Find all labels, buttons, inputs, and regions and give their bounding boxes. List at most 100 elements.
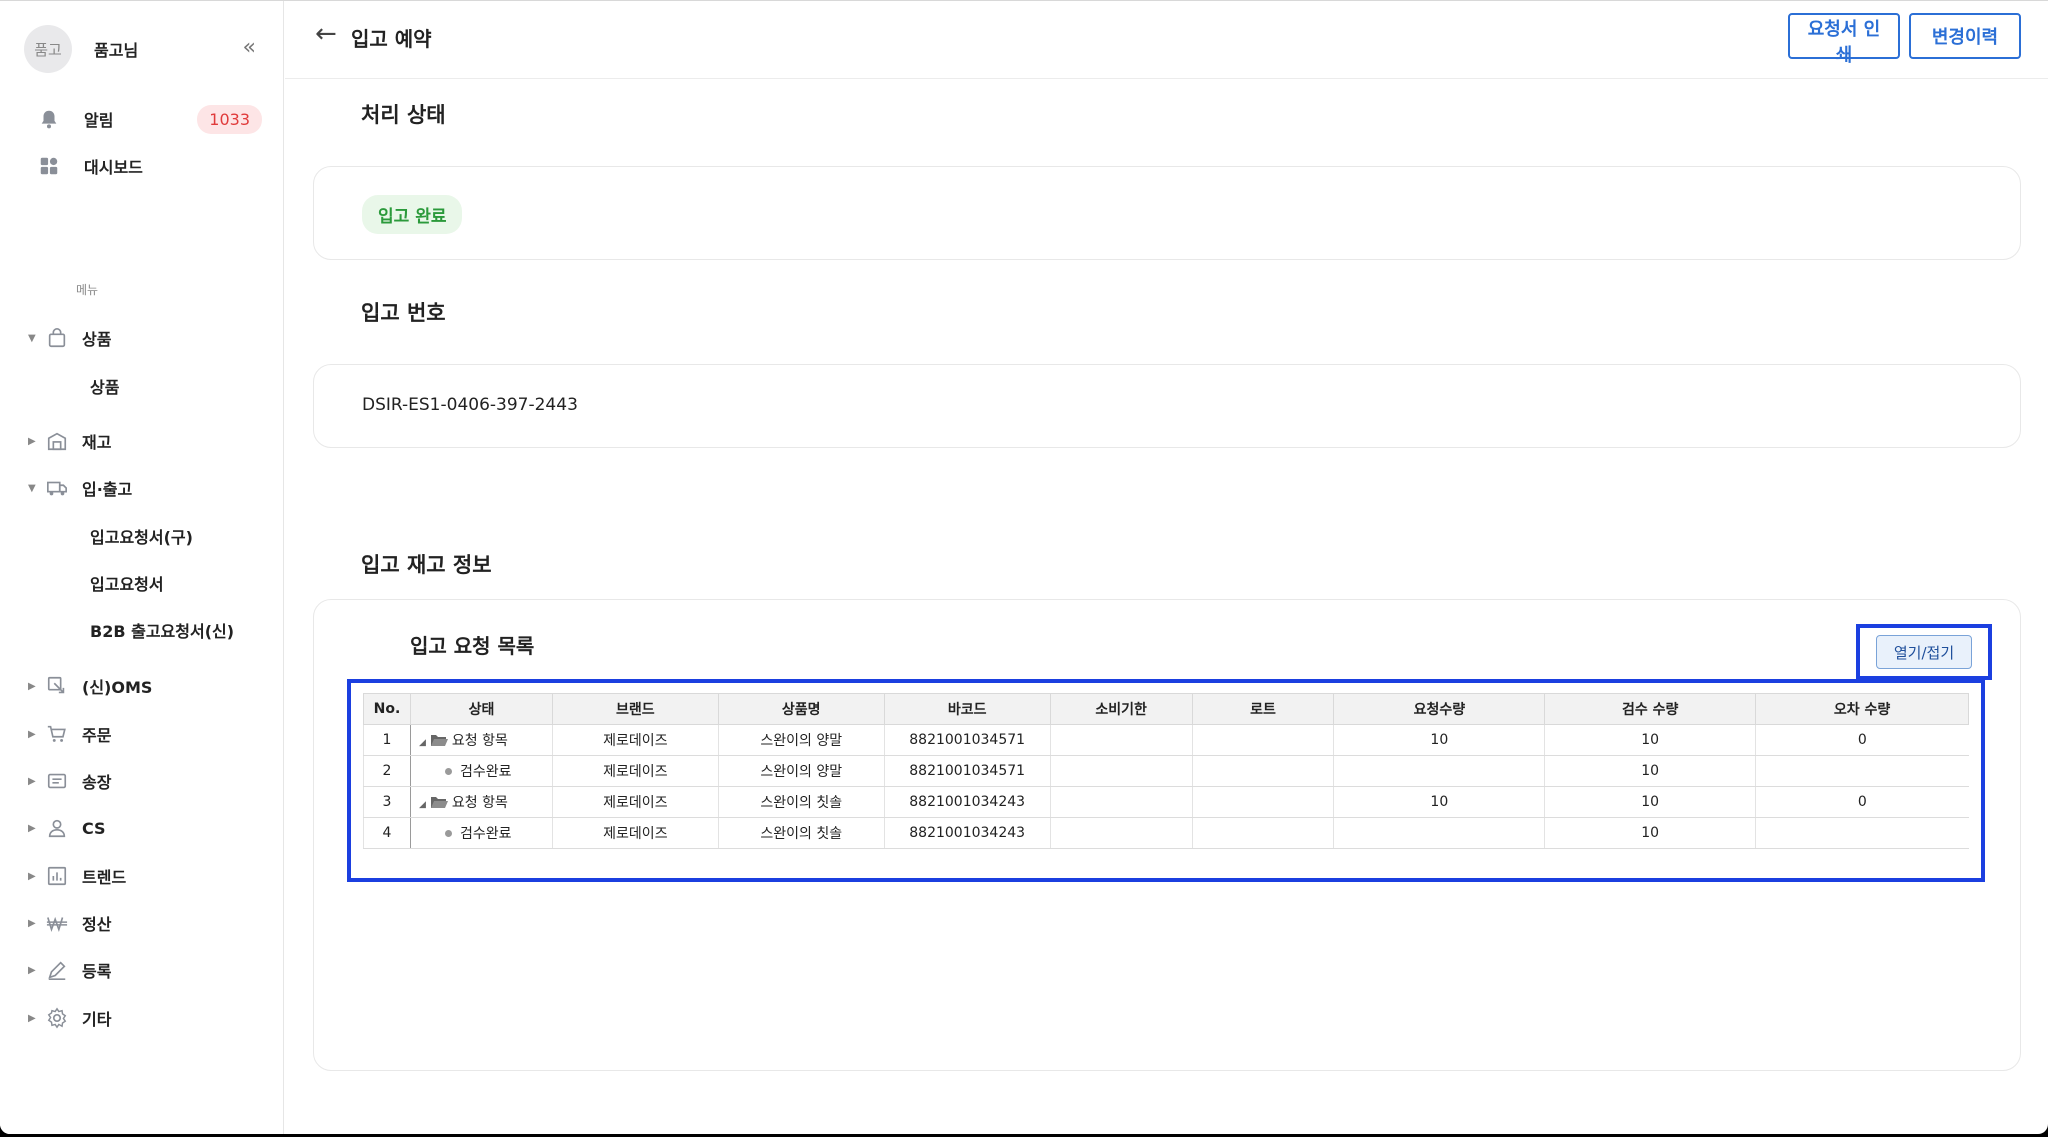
tree-collapse-icon[interactable]: ◢: [419, 738, 426, 748]
shopping-bag-icon: [48, 328, 66, 348]
user-icon: [48, 819, 66, 838]
sidebar-item-etc[interactable]: ▶ 기타: [28, 1003, 268, 1033]
table-row[interactable]: 2 검수완료 제로데이즈 스완이의 양말 8821001034571 10: [363, 755, 1969, 787]
column-header[interactable]: 바코드: [883, 693, 1051, 725]
sidebar-item-alerts[interactable]: 알림 1033: [38, 104, 262, 134]
lot-cell: [1191, 817, 1334, 849]
print-request-button[interactable]: 요청서 인쇄: [1788, 13, 1900, 66]
sidebar-item-label: (신)OMS: [82, 678, 153, 697]
column-header[interactable]: 상태: [409, 693, 553, 725]
sidebar-item-inout[interactable]: ▼ 입·출고: [28, 473, 268, 503]
request-qty-cell: 10: [1333, 786, 1545, 818]
alert-count-badge: 1033: [197, 105, 262, 134]
product-cell: 스완이의 양말: [717, 755, 885, 787]
request-table: No. 상태 브랜드 상품명 바코드 소비기한 로트 요청수량 검수 수량 오차…: [363, 693, 1969, 849]
caret-down-icon: ▼: [28, 482, 36, 494]
column-header[interactable]: 소비기한: [1049, 693, 1193, 725]
sidebar-subitem-product[interactable]: 상품: [90, 374, 119, 398]
back-arrow-icon[interactable]: ←: [315, 19, 337, 49]
sidebar-item-label: 정산: [82, 915, 112, 934]
invoice-icon: [47, 773, 67, 789]
page-header: ← 입고 예약 요청서 인쇄 변경이력: [285, 1, 2048, 79]
lot-cell: [1191, 724, 1334, 756]
bar-chart-icon: [47, 866, 67, 886]
barcode-cell: 8821001034571: [883, 724, 1051, 756]
sidebar-item-product[interactable]: ▼ 상품: [28, 323, 268, 353]
dashboard-icon: [40, 157, 58, 175]
table-row[interactable]: 1 ◢ 요청 항목 제로데이즈 스완이의 양말 8821001034571 10 …: [363, 724, 1969, 756]
brand-cell: 제로데이즈: [551, 724, 719, 756]
tree-status-cell[interactable]: ◢ 요청 항목: [409, 786, 553, 818]
table-row[interactable]: 4 검수완료 제로데이즈 스완이의 칫솔 8821001034243 10: [363, 817, 1969, 849]
change-history-button[interactable]: 변경이력: [1909, 13, 2021, 59]
avatar[interactable]: 품고: [24, 25, 72, 73]
caret-right-icon: ▶: [28, 775, 36, 787]
folder-open-icon: [430, 797, 448, 808]
caret-right-icon: ▶: [28, 1012, 36, 1024]
status-text: 요청 항목: [451, 733, 508, 749]
bullet-icon: [444, 768, 452, 775]
column-header[interactable]: 상품명: [717, 693, 885, 725]
inspection-qty-cell: 10: [1544, 755, 1756, 787]
bell-icon: [41, 110, 57, 129]
product-cell: 스완이의 양말: [717, 724, 885, 756]
won-icon: [46, 916, 68, 933]
barcode-cell: 8821001034571: [883, 755, 1051, 787]
app-window: 품고 품고님 « 알림 1033 대시보드 메뉴 ▼ 상품 상품 ▶ 재고 ▼: [0, 0, 2048, 1134]
diff-qty-cell: 0: [1755, 786, 1969, 818]
barcode-cell: 8821001034243: [883, 786, 1051, 818]
expand-collapse-button[interactable]: 열기/접기: [1876, 635, 1972, 669]
oms-icon: [47, 676, 65, 694]
sidebar-subitem-inbound-old[interactable]: 입고요청서(구): [90, 524, 193, 548]
sidebar-item-label: 트렌드: [82, 868, 127, 887]
status-text: 검수완료: [459, 826, 512, 842]
sidebar-item-invoice[interactable]: ▶ 송장: [28, 766, 268, 796]
gear-icon: [47, 1007, 67, 1029]
lot-cell: [1191, 786, 1334, 818]
inspection-qty-cell: 10: [1544, 786, 1756, 818]
column-header[interactable]: 요청수량: [1333, 693, 1546, 725]
tree-status-cell[interactable]: 검수완료: [409, 817, 553, 849]
sidebar-item-dashboard[interactable]: 대시보드: [38, 151, 262, 181]
sidebar-item-oms[interactable]: ▶ (신)OMS: [28, 671, 268, 701]
sidebar-item-label: 알림: [84, 111, 114, 130]
tree-status-cell[interactable]: ◢ 요청 항목: [409, 724, 553, 756]
sidebar-item-cs[interactable]: ▶ CS: [28, 813, 268, 843]
sidebar-item-stock[interactable]: ▶ 재고: [28, 426, 268, 456]
toggle-highlight: 열기/접기: [1856, 624, 1992, 680]
caret-right-icon: ▶: [28, 964, 36, 976]
column-header[interactable]: 브랜드: [551, 693, 719, 725]
request-list-grid: No. 상태 브랜드 상품명 바코드 소비기한 로트 요청수량 검수 수량 오차…: [347, 679, 1985, 882]
column-header[interactable]: No.: [363, 693, 411, 725]
menu-section-label: 메뉴: [76, 283, 99, 297]
tree-status-cell[interactable]: 검수완료: [409, 755, 553, 787]
sidebar-item-order[interactable]: ▶ 주문: [28, 719, 268, 749]
column-header[interactable]: 오차 수량: [1755, 693, 1969, 725]
product-cell: 스완이의 칫솔: [717, 817, 885, 849]
expiry-cell: [1049, 817, 1193, 849]
number-card: DSIR-ES1-0406-397-2443: [313, 364, 2021, 448]
diff-qty-cell: [1755, 755, 1969, 787]
table-row[interactable]: 3 ◢ 요청 항목 제로데이즈 스완이의 칫솔 8821001034243 10 …: [363, 786, 1969, 818]
truck-icon: [47, 481, 67, 496]
sidebar-item-settle[interactable]: ▶ 정산: [28, 908, 268, 938]
expiry-cell: [1049, 755, 1193, 787]
row-number: 1: [363, 724, 411, 756]
stock-section-title: 입고 재고 정보: [361, 553, 492, 577]
row-number: 4: [363, 817, 411, 849]
collapse-sidebar-button[interactable]: «: [243, 37, 256, 59]
sidebar-subitem-b2b-outbound[interactable]: B2B 출고요청서(신): [90, 618, 234, 642]
sidebar-item-label: 등록: [82, 962, 112, 981]
row-number: 3: [363, 786, 411, 818]
sidebar-item-trend[interactable]: ▶ 트렌드: [28, 861, 268, 891]
column-header[interactable]: 검수 수량: [1544, 693, 1757, 725]
profile: 품고 품고님 «: [24, 25, 256, 73]
sidebar-subitem-inbound[interactable]: 입고요청서: [90, 571, 164, 595]
sidebar-item-register[interactable]: ▶ 등록: [28, 955, 268, 985]
column-header[interactable]: 로트: [1191, 693, 1335, 725]
caret-down-icon: ▼: [28, 332, 36, 344]
brand-cell: 제로데이즈: [551, 817, 719, 849]
caret-right-icon: ▶: [28, 680, 36, 692]
tree-collapse-icon[interactable]: ◢: [419, 800, 426, 810]
sidebar-item-label: CS: [82, 818, 106, 838]
